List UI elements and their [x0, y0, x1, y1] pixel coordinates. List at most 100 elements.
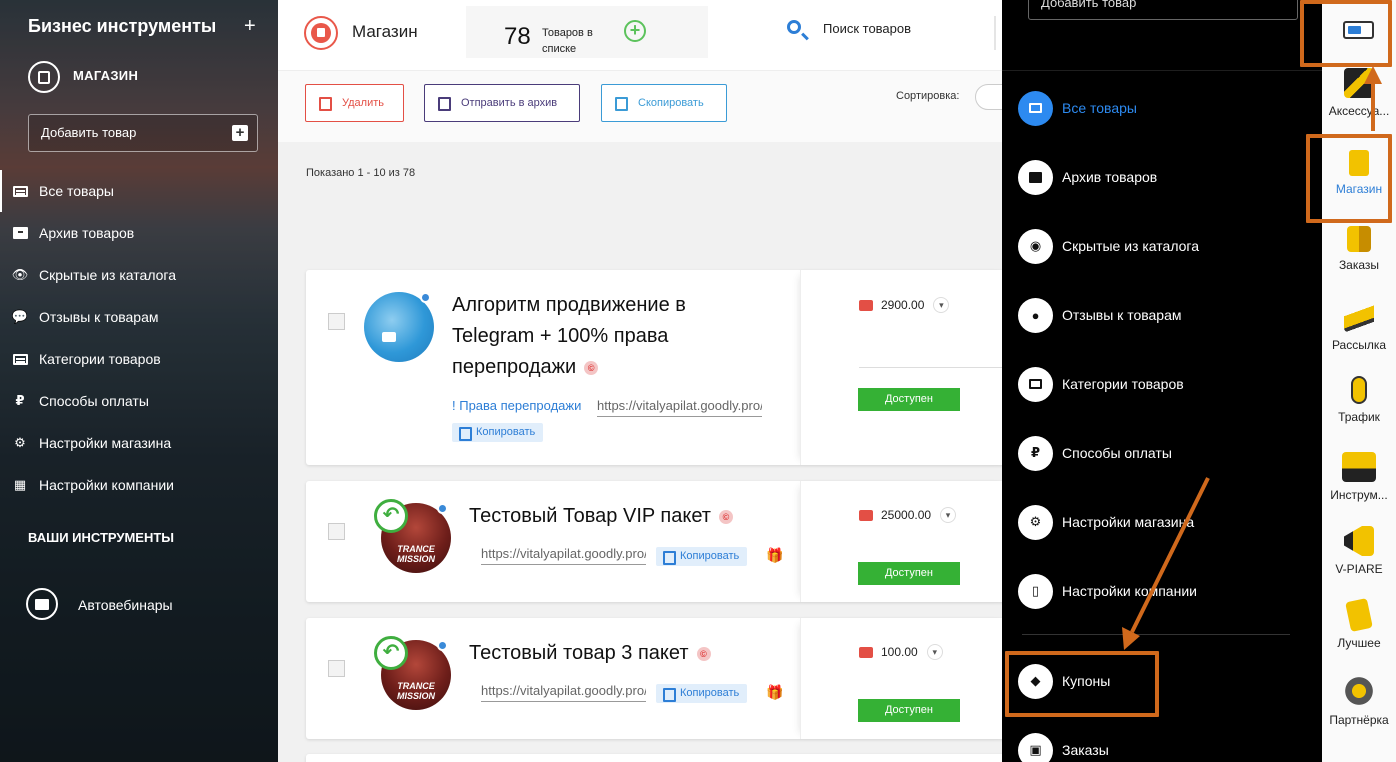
overlay-item-all-products[interactable]: Все товары: [1018, 90, 1137, 126]
archive-button[interactable]: Отправить в архив: [424, 84, 580, 122]
product-title[interactable]: Тестовый Товар VIP пакет ©: [469, 501, 789, 532]
sidebar-item-shop-settings[interactable]: ⚙ Настройки магазина: [0, 422, 278, 464]
sidebar-item-webinars[interactable]: Автовебинары: [78, 597, 173, 613]
list-icon: [1018, 90, 1053, 126]
product-price: 100.00 ▾: [859, 644, 943, 660]
overlay-item-hidden[interactable]: ◉ Скрытые из каталога: [1018, 228, 1199, 264]
overlay-item-shop-settings[interactable]: ⚙ Настройки магазина: [1018, 504, 1194, 540]
overlay-add-product-button[interactable]: Добавить товар: [1028, 0, 1298, 20]
product-price-panel: 25000.00 ▾ Доступен: [800, 481, 1010, 602]
status-badge[interactable]: Доступен: [858, 562, 960, 585]
left-sidebar: Бизнес инструменты + МАГАЗИН Добавить то…: [0, 0, 278, 762]
overlay-item-label: Архив товаров: [1062, 169, 1158, 185]
archive-label: Отправить в архив: [461, 97, 558, 109]
overlay-item-archive[interactable]: Архив товаров: [1018, 159, 1157, 195]
overlay-item-company-settings[interactable]: ▯ Настройки компании: [1018, 573, 1197, 609]
dock-item-partner[interactable]: Партнёрка: [1322, 675, 1396, 727]
pagination-info: Показано 1 - 10 из 78: [306, 167, 416, 179]
product-search[interactable]: Поиск товаров: [714, 6, 994, 58]
product-card: TRANCE MISSION ↶ Тестовый товар 3 пакет ©…: [306, 618, 1010, 739]
overlay-item-orders[interactable]: ▣ Заказы: [1018, 732, 1109, 762]
product-card: [306, 754, 1006, 762]
copy-url-button[interactable]: Копировать: [656, 547, 748, 566]
product-url[interactable]: https://vitalyapilat.goodly.pro/...: [597, 398, 762, 417]
dock-item-label: Трафик: [1338, 410, 1380, 424]
dock-item-mailing[interactable]: Рассылка: [1322, 302, 1396, 352]
dock-item-vpiare[interactable]: V-PIARE: [1322, 526, 1396, 576]
dock-item-label: Заказы: [1338, 258, 1380, 272]
sidebar-item-archive[interactable]: Архив товаров: [0, 212, 278, 254]
building-icon: ▦: [13, 477, 27, 492]
sidebar-menu: Все товары Архив товаров 👁 Скрытые из кат…: [0, 170, 278, 506]
status-badge[interactable]: Доступен: [858, 388, 960, 411]
category-icon: [12, 352, 28, 366]
sidebar-item-label: Способы оплаты: [39, 393, 149, 409]
toggle-indicator: [1348, 26, 1361, 34]
tag-icon: [437, 640, 448, 651]
avatar-text: TRANCE MISSION: [396, 681, 435, 701]
gift-icon[interactable]: 🎁: [766, 685, 783, 699]
sidebar-add-product-label: Добавить товар: [41, 125, 137, 140]
delete-icon: [319, 97, 332, 111]
add-product-plus-icon[interactable]: +: [624, 20, 646, 42]
dock-item-accessories[interactable]: Аксессуа...: [1322, 68, 1396, 118]
panel-toggle-button[interactable]: [1343, 21, 1374, 39]
product-url[interactable]: https://vitalyapilat.goodly.pro/...: [481, 546, 646, 565]
product-title[interactable]: Алгоритм продвижение в Telegram + 100% п…: [452, 290, 752, 383]
dock-item-label: Лучшее: [1337, 636, 1381, 650]
gift-icon[interactable]: 🎁: [766, 548, 783, 562]
sidebar-item-company-settings[interactable]: ▦ Настройки компании: [0, 464, 278, 506]
chevron-down-icon[interactable]: ▾: [926, 644, 943, 660]
product-price-panel: 100.00 ▾ Доступен: [800, 618, 1010, 739]
product-checkbox[interactable]: [328, 660, 345, 677]
copy-url-button[interactable]: Копировать: [656, 684, 748, 703]
sidebar-item-label: Все товары: [39, 183, 114, 199]
sidebar-item-hidden[interactable]: 👁 Скрытые из каталога: [0, 254, 278, 296]
sidebar-item-payment[interactable]: ₽ Способы оплаты: [0, 380, 278, 422]
chevron-down-icon[interactable]: ▾: [940, 507, 957, 523]
dock-item-best[interactable]: Лучшее: [1322, 598, 1396, 650]
building-icon: ▯: [1018, 573, 1053, 609]
status-badge[interactable]: Доступен: [858, 699, 960, 722]
mailing-icon: [1344, 302, 1374, 332]
add-tool-plus-icon[interactable]: +: [244, 15, 256, 38]
avatar-text: TRANCE MISSION: [396, 544, 435, 564]
chat-icon: ●: [1018, 297, 1053, 333]
dock-item-tools[interactable]: Инструм...: [1322, 452, 1396, 502]
resale-rights-link[interactable]: ! Права перепродажи: [452, 398, 581, 413]
dock-item-shop[interactable]: Магазин: [1322, 150, 1396, 196]
overlay-item-coupons[interactable]: ◆ Купоны: [1018, 663, 1110, 699]
redo-arrow-icon: ↶: [374, 499, 408, 533]
product-title[interactable]: Тестовый товар 3 пакет ©: [469, 638, 789, 669]
delete-button[interactable]: Удалить: [305, 84, 404, 122]
product-checkbox[interactable]: [328, 523, 345, 540]
dock-item-traffic[interactable]: Трафик: [1322, 376, 1396, 424]
product-price-panel: 2900.00 ▾ Доступен: [800, 270, 1010, 465]
copyright-icon: ©: [718, 509, 733, 524]
sidebar-item-categories[interactable]: Категории товаров: [0, 338, 278, 380]
copy-button[interactable]: Скопировать: [601, 84, 727, 122]
product-checkbox[interactable]: [328, 313, 345, 330]
sidebar-item-reviews[interactable]: 💬 Отзывы к товарам: [0, 296, 278, 338]
overlay-item-payment[interactable]: ₽ Способы оплаты: [1018, 435, 1172, 471]
eye-hidden-icon: ◉: [1018, 228, 1053, 264]
overlay-item-label: Категории товаров: [1062, 376, 1184, 392]
dock-item-orders[interactable]: Заказы: [1322, 226, 1396, 272]
sidebar-item-label: Отзывы к товарам: [39, 309, 159, 325]
shop-bag-icon: [1349, 150, 1369, 176]
category-icon: [1018, 366, 1053, 402]
main-content: Магазин 78 Товаров в списке + Поиск това…: [278, 0, 1015, 762]
copy-url-button[interactable]: Копировать: [452, 423, 544, 442]
copy-label: Скопировать: [638, 97, 704, 109]
product-url[interactable]: https://vitalyapilat.goodly.pro/...: [481, 683, 646, 702]
overlay-item-reviews[interactable]: ● Отзывы к товарам: [1018, 297, 1182, 333]
overlay-item-categories[interactable]: Категории товаров: [1018, 366, 1184, 402]
product-card: Алгоритм продвижение в Telegram + 100% п…: [306, 270, 1010, 465]
ruble-icon: ₽: [15, 393, 25, 408]
sidebar-item-all-products[interactable]: Все товары: [0, 170, 278, 212]
sidebar-add-product-button[interactable]: Добавить товар +: [28, 114, 258, 152]
chevron-down-icon[interactable]: ▾: [933, 297, 950, 313]
divider: [859, 367, 1005, 368]
overlay-item-label: Отзывы к товарам: [1062, 307, 1182, 323]
action-bar: Удалить Отправить в архив Скопировать Со…: [278, 70, 1015, 142]
